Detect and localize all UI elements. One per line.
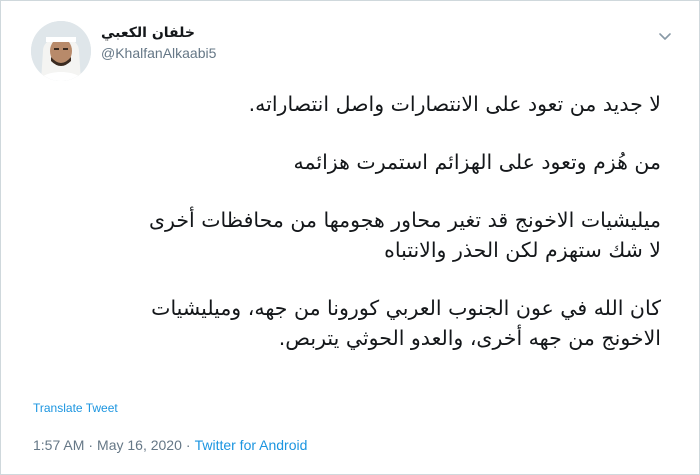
tweet-paragraph-4: كان الله في عون الجنوب العربي كورونا من … (151, 296, 661, 350)
tweet-paragraph-3: ميليشيات الاخونج قد تغير محاور هجومها من… (148, 208, 661, 262)
author-handle[interactable]: @KhalfanAlkaabi5 (101, 43, 216, 63)
tweet-paragraph-1: لا جديد من تعود على الانتصارات واصل انتص… (248, 92, 661, 116)
tweet-time[interactable]: 1:57 AM (33, 437, 84, 453)
tweet-source-link[interactable]: Twitter for Android (195, 437, 308, 453)
tweet-metadata: 1:57 AM · May 16, 2020 · Twitter for Android (33, 437, 307, 453)
author-name-block: خلفان الكعبي @KhalfanAlkaabi5 (101, 23, 216, 63)
chevron-down-icon[interactable] (656, 27, 674, 45)
meta-separator: · (185, 437, 191, 453)
tweet-text: لا جديد من تعود على الانتصارات واصل انتص… (21, 89, 661, 381)
user-avatar-image (31, 21, 91, 81)
tweet-header: خلفان الكعبي @KhalfanAlkaabi5 (31, 21, 676, 81)
tweet-paragraph-2: من هُزم وتعود على الهزائم استمرت هزائمه (293, 150, 661, 174)
meta-separator: · (88, 437, 94, 453)
author-display-name[interactable]: خلفان الكعبي (101, 23, 216, 43)
tweet-card: خلفان الكعبي @KhalfanAlkaabi5 لا جديد من… (0, 0, 700, 475)
avatar[interactable] (31, 21, 91, 81)
translate-tweet-link[interactable]: Translate Tweet (33, 401, 118, 415)
tweet-date[interactable]: May 16, 2020 (97, 437, 182, 453)
